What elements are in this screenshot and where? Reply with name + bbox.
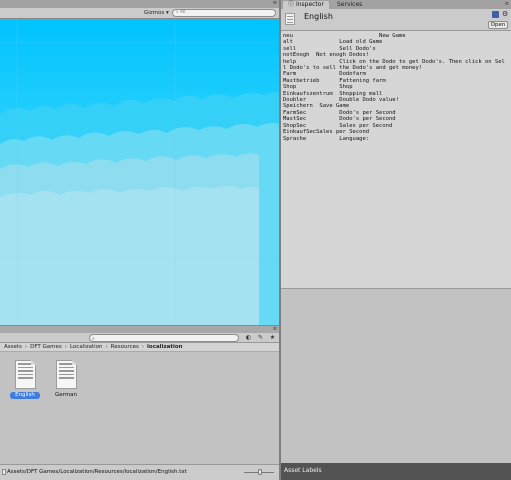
selected-asset-path: Assets/DFT Games/Localization/Resources/… xyxy=(7,469,187,475)
search-icon: ⌕ xyxy=(92,336,95,342)
breadcrumb-separator-icon: › xyxy=(64,344,67,350)
cloud-band-bottom xyxy=(0,186,259,325)
tab-services[interactable]: Services xyxy=(332,1,367,9)
scene-sky-background xyxy=(0,19,279,325)
project-toolbar: ⌕ ◐ ✎ ★ xyxy=(0,333,279,343)
asset-label: German xyxy=(54,392,78,398)
scene-search-placeholder: All xyxy=(179,10,186,15)
scene-bottom-bar: ≡ xyxy=(0,325,279,333)
inspector-tab-bar: ⓘ Inspector Services ≡ xyxy=(281,0,511,9)
chevron-down-icon: ▾ xyxy=(166,10,169,16)
tab-inspector[interactable]: ⓘ Inspector xyxy=(283,1,329,9)
text-preview: neu New Game alt Load old Game sell Sell… xyxy=(281,31,511,289)
asset-labels-bar[interactable]: Asset Labels xyxy=(281,463,511,480)
project-panel-menu[interactable]: ≡ xyxy=(273,326,277,332)
project-panel: ⌕ ◐ ✎ ★ Assets › DFT Games › Localization › Re… xyxy=(0,333,279,480)
text-asset-icon xyxy=(285,13,295,25)
asset-title: English xyxy=(304,12,333,21)
gizmos-label: Gizmos xyxy=(144,10,165,16)
asset-item-english[interactable]: English xyxy=(10,360,40,399)
file-small-icon xyxy=(2,469,6,475)
breadcrumb-separator-icon: › xyxy=(141,344,145,350)
open-button[interactable]: Open xyxy=(488,21,508,29)
project-status-bar: Assets/DFT Games/Localization/Resources/… xyxy=(0,464,279,480)
asset-label: English xyxy=(10,392,40,399)
text-file-icon xyxy=(55,360,77,389)
text-file-content: neu New Game alt Load old Game sell Sell… xyxy=(283,33,505,142)
scene-panel-menu[interactable]: ≡ xyxy=(273,0,277,6)
filter-by-type-icon[interactable]: ◐ xyxy=(244,334,253,342)
gear-icon[interactable]: ⚙ xyxy=(502,10,508,18)
scene-tab-bar: ≡ xyxy=(0,0,279,8)
inspector-panel: ⓘ Inspector Services ≡ English ⚙ Open ne… xyxy=(281,0,511,480)
breadcrumb-item[interactable]: Assets xyxy=(4,344,22,350)
filter-by-label-icon[interactable]: ✎ xyxy=(256,334,265,342)
project-search-input[interactable]: ⌕ xyxy=(89,334,239,342)
inspector-header: English ⚙ Open xyxy=(281,9,511,31)
gizmos-dropdown[interactable]: Gizmos ▾ xyxy=(142,9,171,17)
scene-toolbar: Gizmos ▾ ⌕ All xyxy=(0,8,279,19)
asset-item-german[interactable]: German xyxy=(51,360,81,399)
scene-view[interactable] xyxy=(0,19,279,325)
breadcrumb-separator-icon: › xyxy=(105,344,108,350)
breadcrumb-current[interactable]: localization xyxy=(147,344,183,350)
help-book-icon[interactable] xyxy=(492,11,499,18)
info-icon: ⓘ xyxy=(288,1,295,8)
scene-search-input[interactable]: ⌕ All xyxy=(172,9,276,17)
breadcrumb-item[interactable]: DFT Games xyxy=(30,344,62,350)
breadcrumb: Assets › DFT Games › Localization › Resources ›… xyxy=(0,343,279,352)
tab-inspector-label: Inspector xyxy=(295,1,324,8)
scene-panel: ≡ Gizmos ▾ ⌕ All ≡ xyxy=(0,0,279,333)
search-icon: ⌕ xyxy=(176,10,179,15)
inspector-panel-menu[interactable]: ≡ xyxy=(505,1,509,7)
breadcrumb-item[interactable]: Localization xyxy=(70,344,103,350)
favorite-star-icon[interactable]: ★ xyxy=(268,334,277,342)
tab-services-label: Services xyxy=(337,1,363,8)
icon-size-slider-thumb[interactable] xyxy=(258,469,262,475)
breadcrumb-item[interactable]: Resources xyxy=(111,344,139,350)
text-file-icon xyxy=(14,360,36,389)
breadcrumb-separator-icon: › xyxy=(24,344,28,350)
asset-labels-title: Asset Labels xyxy=(284,467,322,474)
